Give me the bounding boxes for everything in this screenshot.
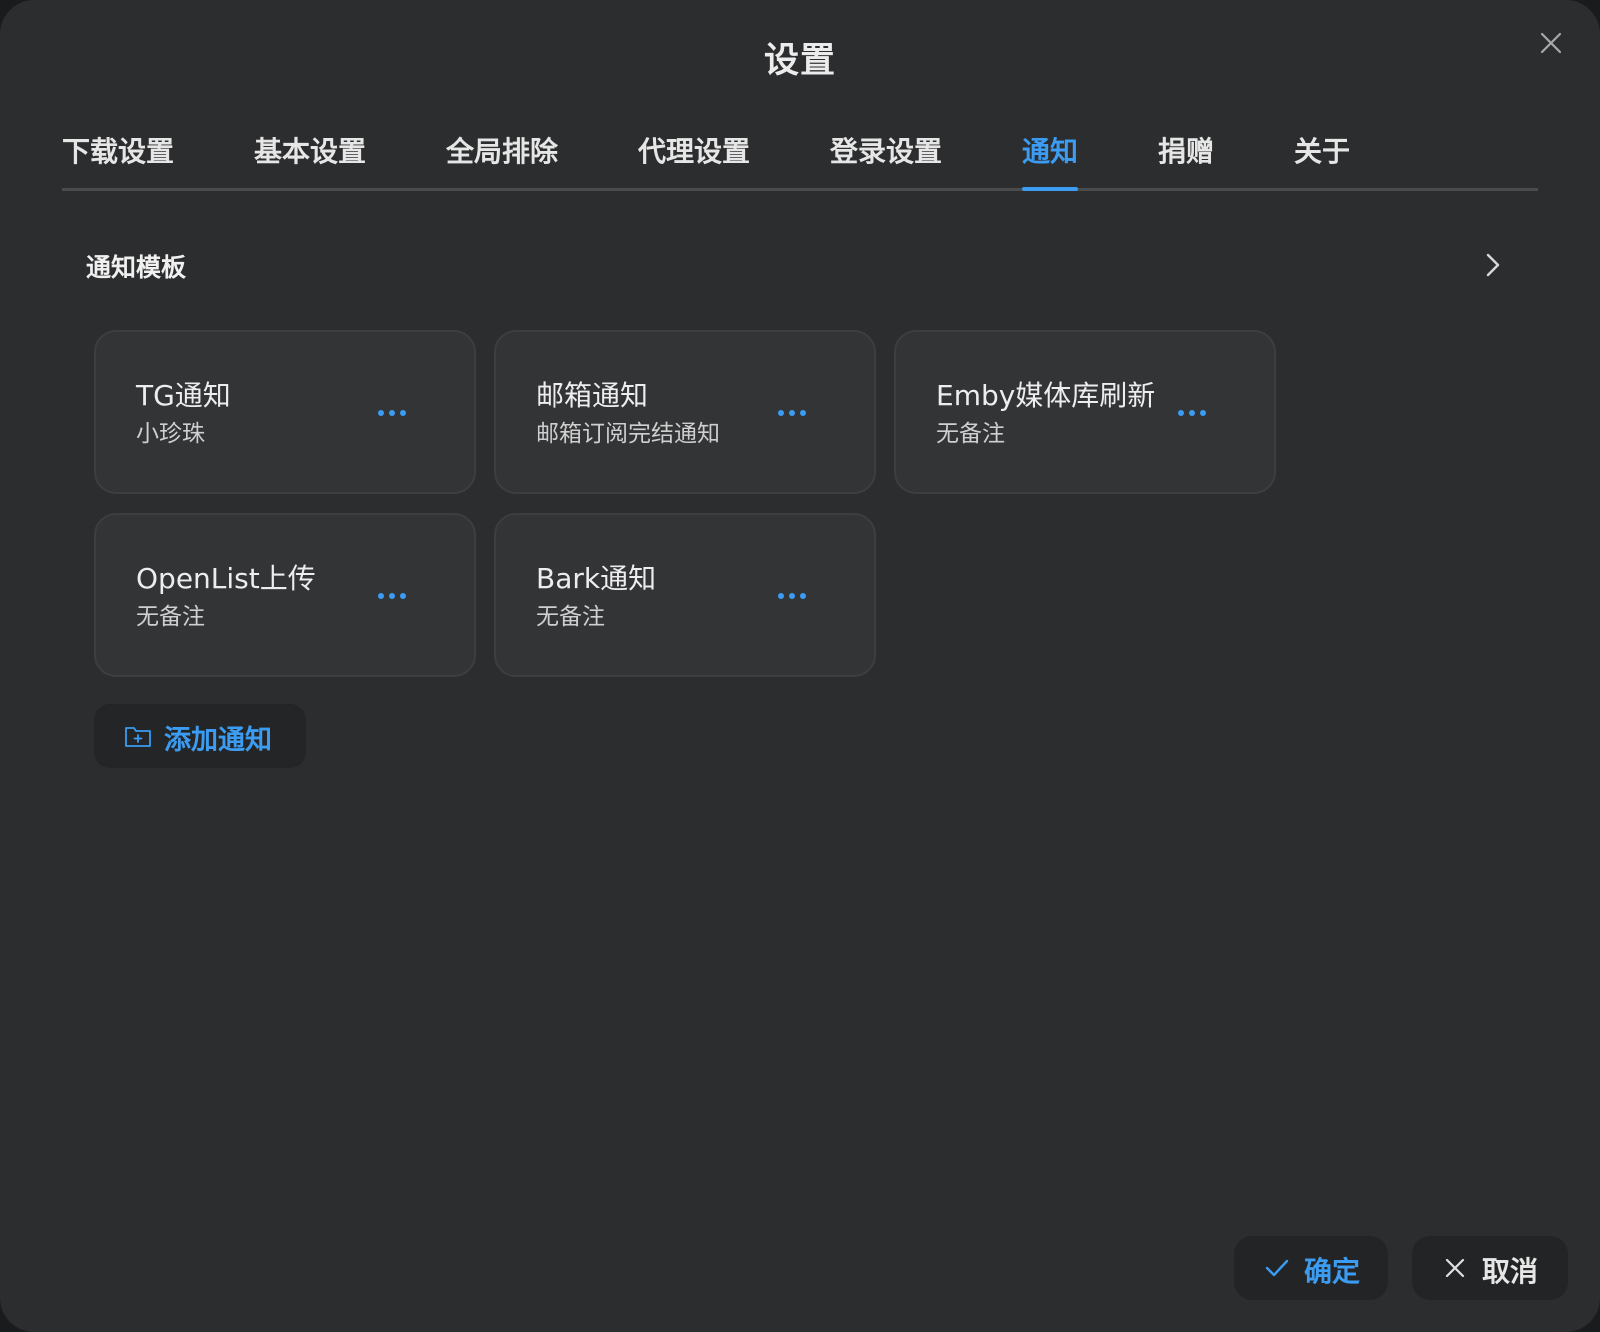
section-title: 通知模板 <box>86 253 187 282</box>
confirm-label: 确定 <box>1304 1255 1361 1288</box>
notification-card-bark[interactable]: Bark通知 无备注 <box>494 513 876 677</box>
settings-tabs: 下载设置 基本设置 全局排除 代理设置 登录设置 通知 捐赠 关于 <box>62 130 1538 192</box>
tab-about[interactable]: 关于 <box>1294 130 1350 190</box>
card-subtitle: 无备注 <box>536 604 605 630</box>
card-title: Bark通知 <box>536 562 657 595</box>
notification-card-tg[interactable]: TG通知 小珍珠 <box>94 330 476 494</box>
tab-login-settings[interactable]: 登录设置 <box>830 130 942 190</box>
tabs-divider <box>62 188 1538 191</box>
more-horizontal-icon[interactable] <box>376 583 408 609</box>
folder-plus-icon <box>125 727 151 747</box>
tab-basic-settings[interactable]: 基本设置 <box>254 130 366 190</box>
close-icon <box>1445 1258 1465 1278</box>
card-subtitle: 小珍珠 <box>136 421 205 447</box>
card-subtitle: 无备注 <box>936 421 1005 447</box>
tab-global-exclude[interactable]: 全局排除 <box>446 130 558 190</box>
notification-card-email[interactable]: 邮箱通知 邮箱订阅完结通知 <box>494 330 876 494</box>
card-title: 邮箱通知 <box>536 379 649 412</box>
more-horizontal-icon[interactable] <box>776 400 808 426</box>
close-icon[interactable] <box>1536 28 1566 58</box>
confirm-button[interactable]: 确定 <box>1234 1236 1388 1300</box>
tab-donate[interactable]: 捐赠 <box>1158 130 1214 190</box>
check-icon <box>1265 1259 1289 1277</box>
add-notification-label: 添加通知 <box>164 725 272 756</box>
dialog-title: 设置 <box>763 41 836 81</box>
tab-download-settings[interactable]: 下载设置 <box>62 130 174 190</box>
settings-dialog: 设置 下载设置 基本设置 全局排除 代理设置 登录设置 通知 捐赠 关于 通知模… <box>0 0 1600 1332</box>
notification-card-emby[interactable]: Emby媒体库刷新 无备注 <box>894 330 1276 494</box>
chevron-right-icon <box>1486 253 1500 277</box>
tab-proxy-settings[interactable]: 代理设置 <box>638 130 750 190</box>
cancel-button[interactable]: 取消 <box>1412 1236 1568 1300</box>
more-horizontal-icon[interactable] <box>376 400 408 426</box>
active-tab-indicator <box>1022 187 1078 191</box>
notification-card-openlist[interactable]: OpenList上传 无备注 <box>94 513 476 677</box>
card-subtitle: 邮箱订阅完结通知 <box>536 421 720 447</box>
cancel-label: 取消 <box>1482 1255 1539 1288</box>
card-title: Emby媒体库刷新 <box>936 379 1156 412</box>
tab-notifications[interactable]: 通知 <box>1022 130 1078 190</box>
more-horizontal-icon[interactable] <box>776 583 808 609</box>
more-horizontal-icon[interactable] <box>1176 400 1208 426</box>
card-title: TG通知 <box>136 379 231 412</box>
notification-templates-header[interactable]: 通知模板 <box>86 246 1504 286</box>
add-notification-button[interactable]: 添加通知 <box>94 704 306 768</box>
card-subtitle: 无备注 <box>136 604 205 630</box>
card-title: OpenList上传 <box>136 562 316 595</box>
